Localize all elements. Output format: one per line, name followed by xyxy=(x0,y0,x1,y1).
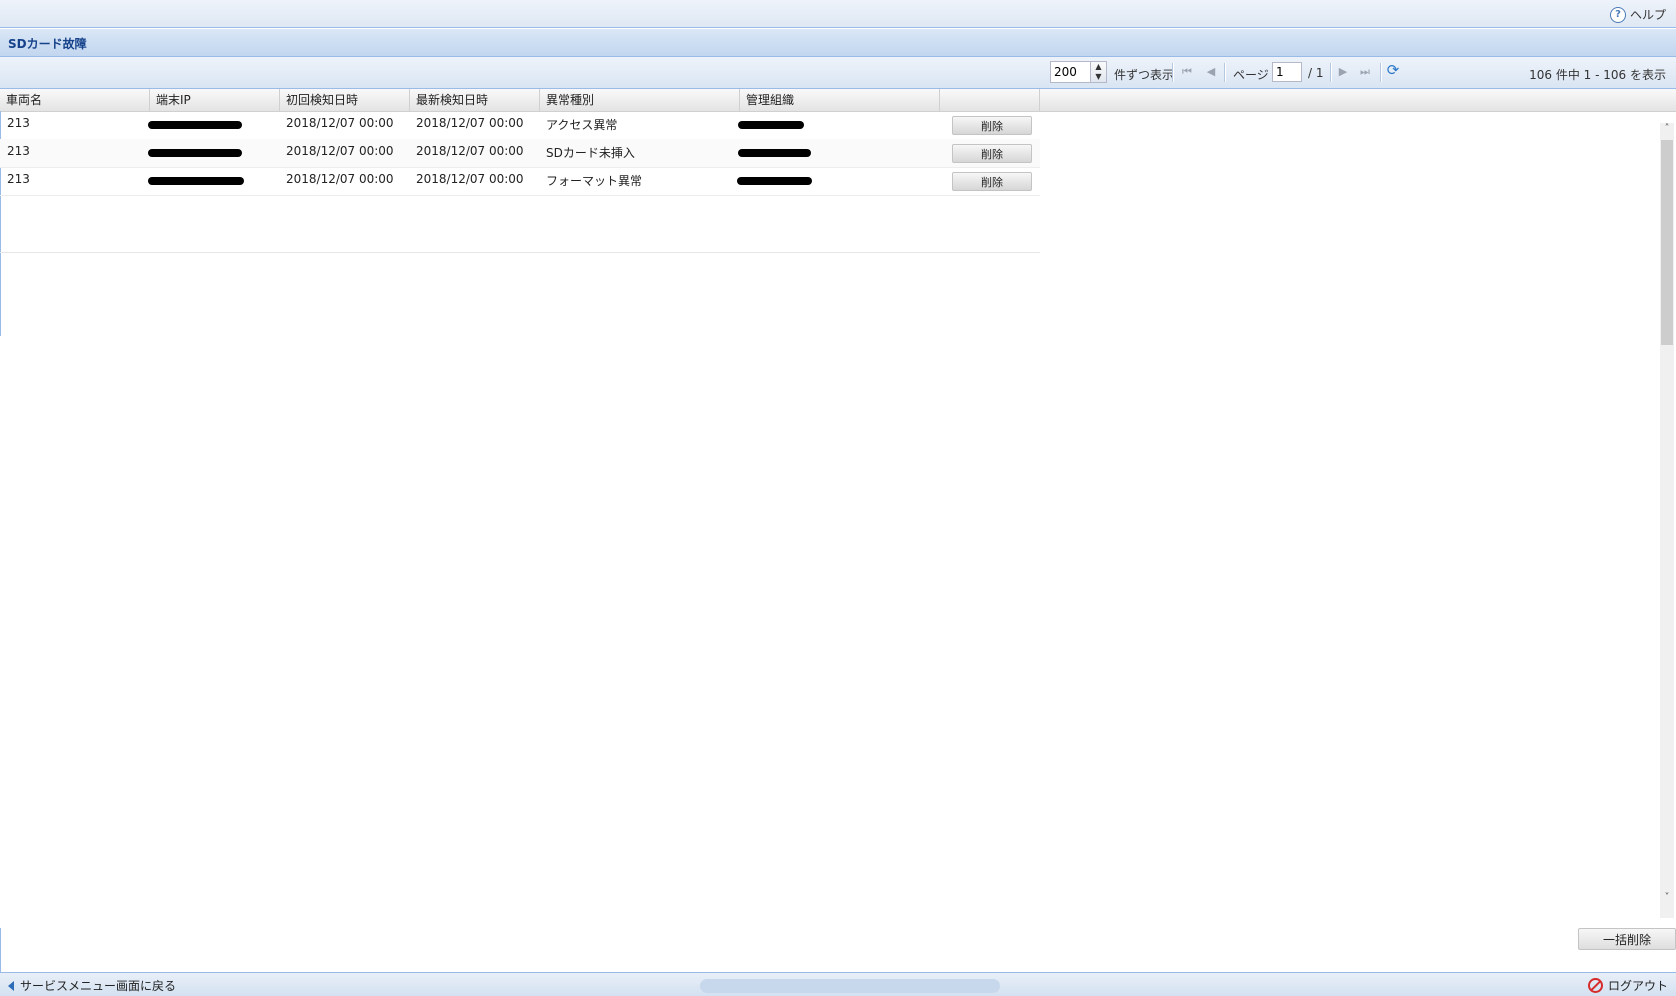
panel-border xyxy=(0,928,1,973)
panel-header: SDカード故障 xyxy=(0,29,1676,57)
grid-header: 車両名 端末IP 初回検知日時 最新検知日時 異常種別 管理組織 xyxy=(0,89,1676,112)
cell-vehicle: 213 xyxy=(7,144,30,158)
toolbar-separator xyxy=(1380,63,1382,82)
paging-summary: 106 件中 1 - 106 を表示 xyxy=(1529,68,1666,82)
scroll-up-icon[interactable]: ˄ xyxy=(1660,123,1674,137)
redacted-terminal-ip xyxy=(148,177,244,185)
column-header-vehicle[interactable]: 車両名 xyxy=(0,89,150,111)
total-pages: / 1 xyxy=(1308,66,1324,80)
paging-toolbar: ▲ ▼ 件ずつ表示 ⏮ ◀ ページ / 1 ▶ ⏭ ⟳ 106 件中 1 - 1… xyxy=(0,57,1676,89)
help-link[interactable]: ? ヘルプ xyxy=(1609,6,1666,23)
scroll-down-icon[interactable]: ˅ xyxy=(1660,892,1674,906)
logout-label: ログアウト xyxy=(1607,979,1668,993)
table-row: 213 2018/12/07 00:00 2018/12/07 00:00 SD… xyxy=(0,139,1040,168)
page-size-spinner[interactable]: ▲ ▼ xyxy=(1090,61,1107,83)
cell-last-detected: 2018/12/07 00:00 xyxy=(416,172,524,186)
logout-icon xyxy=(1587,978,1603,993)
column-header-organization[interactable]: 管理組織 xyxy=(740,89,940,111)
top-bar: ? ヘルプ xyxy=(0,0,1676,28)
logout-link[interactable]: ログアウト xyxy=(1587,977,1668,994)
next-page-icon[interactable]: ▶ xyxy=(1336,65,1350,79)
toolbar-separator xyxy=(1330,63,1332,82)
grid-divider xyxy=(0,252,1040,253)
column-header-terminal-ip[interactable]: 端末IP xyxy=(150,89,280,111)
cell-anomaly-type: フォーマット異常 xyxy=(546,174,643,188)
page-size-suffix: 件ずつ表示 xyxy=(1114,68,1175,82)
redacted-organization xyxy=(737,177,812,185)
redacted-terminal-ip xyxy=(148,121,242,129)
table-row: 213 2018/12/07 00:00 2018/12/07 00:00 アク… xyxy=(0,111,1040,140)
column-header-first-detected[interactable]: 初回検知日時 xyxy=(280,89,410,111)
delete-button[interactable]: 削除 xyxy=(952,116,1032,135)
back-to-menu-link[interactable]: サービスメニュー画面に戻る xyxy=(8,977,176,994)
page-size-input[interactable] xyxy=(1050,61,1091,83)
toolbar-separator xyxy=(1224,63,1226,82)
help-label: ヘルプ xyxy=(1629,8,1666,22)
bulk-delete-button[interactable]: 一括削除 xyxy=(1578,928,1676,950)
redacted-organization xyxy=(738,149,811,157)
delete-button[interactable]: 削除 xyxy=(952,144,1032,163)
page-label: ページ xyxy=(1233,68,1269,82)
redacted-terminal-ip xyxy=(148,149,242,157)
cell-last-detected: 2018/12/07 00:00 xyxy=(416,144,524,158)
panel-title: SDカード故障 xyxy=(8,37,87,51)
toolbar-separator xyxy=(1172,63,1174,82)
cell-anomaly-type: アクセス異常 xyxy=(546,118,618,132)
cell-last-detected: 2018/12/07 00:00 xyxy=(416,116,524,130)
refresh-icon[interactable]: ⟳ xyxy=(1386,63,1400,78)
footer-redacted-text xyxy=(700,979,1000,993)
footer-bar: サービスメニュー画面に戻る ログアウト xyxy=(0,972,1676,996)
current-page-input[interactable] xyxy=(1272,62,1302,82)
cell-first-detected: 2018/12/07 00:00 xyxy=(286,144,394,158)
spin-down-icon[interactable]: ▼ xyxy=(1091,72,1106,82)
cell-first-detected: 2018/12/07 00:00 xyxy=(286,172,394,186)
prev-page-icon[interactable]: ◀ xyxy=(1204,65,1218,79)
cell-vehicle: 213 xyxy=(7,172,30,186)
scroll-thumb[interactable] xyxy=(1661,140,1673,345)
back-arrow-icon xyxy=(8,980,14,991)
back-label: サービスメニュー画面に戻る xyxy=(20,979,177,993)
first-page-icon[interactable]: ⏮ xyxy=(1180,65,1194,79)
delete-button[interactable]: 削除 xyxy=(952,172,1032,191)
cell-first-detected: 2018/12/07 00:00 xyxy=(286,116,394,130)
spin-up-icon[interactable]: ▲ xyxy=(1091,62,1106,72)
question-icon: ? xyxy=(1609,6,1626,23)
redacted-organization xyxy=(738,121,804,129)
cell-anomaly-type: SDカード未挿入 xyxy=(546,146,635,160)
table-row: 213 2018/12/07 00:00 2018/12/07 00:00 フォ… xyxy=(0,167,1040,196)
cell-vehicle: 213 xyxy=(7,116,30,130)
column-header-last-detected[interactable]: 最新検知日時 xyxy=(410,89,540,111)
column-header-actions xyxy=(940,89,1040,111)
last-page-icon[interactable]: ⏭ xyxy=(1358,65,1372,79)
column-header-anomaly-type[interactable]: 異常種別 xyxy=(540,89,740,111)
